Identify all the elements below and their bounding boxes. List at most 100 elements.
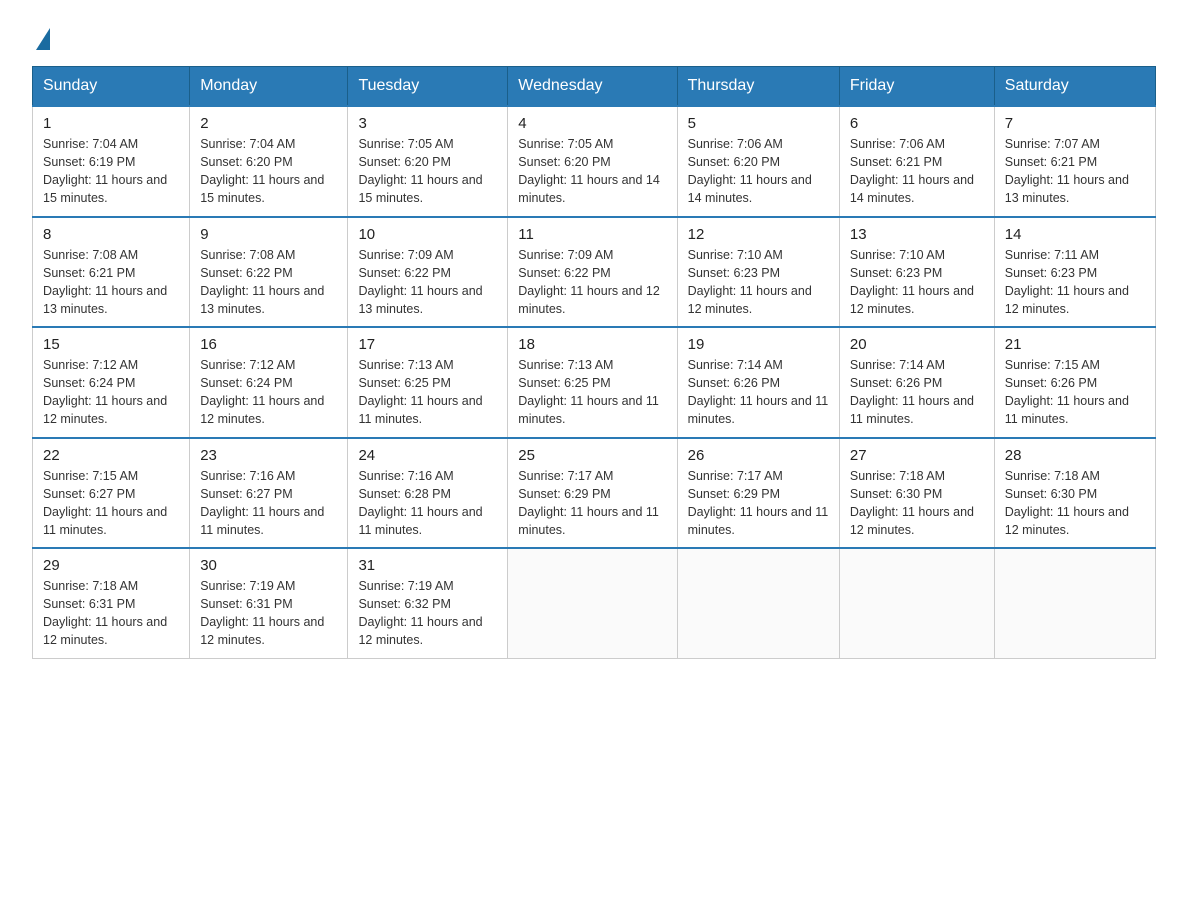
calendar-table: SundayMondayTuesdayWednesdayThursdayFrid… (32, 66, 1156, 659)
calendar-cell: 14 Sunrise: 7:11 AMSunset: 6:23 PMDaylig… (994, 217, 1155, 328)
day-info: Sunrise: 7:09 AMSunset: 6:22 PMDaylight:… (358, 246, 497, 319)
day-info: Sunrise: 7:19 AMSunset: 6:32 PMDaylight:… (358, 577, 497, 650)
calendar-cell: 11 Sunrise: 7:09 AMSunset: 6:22 PMDaylig… (508, 217, 677, 328)
calendar-cell: 26 Sunrise: 7:17 AMSunset: 6:29 PMDaylig… (677, 438, 839, 549)
day-info: Sunrise: 7:14 AMSunset: 6:26 PMDaylight:… (688, 356, 829, 429)
calendar-week-3: 15 Sunrise: 7:12 AMSunset: 6:24 PMDaylig… (33, 327, 1156, 438)
calendar-cell: 12 Sunrise: 7:10 AMSunset: 6:23 PMDaylig… (677, 217, 839, 328)
day-info: Sunrise: 7:17 AMSunset: 6:29 PMDaylight:… (688, 467, 829, 540)
calendar-week-4: 22 Sunrise: 7:15 AMSunset: 6:27 PMDaylig… (33, 438, 1156, 549)
day-of-week-tuesday: Tuesday (348, 67, 508, 107)
day-info: Sunrise: 7:11 AMSunset: 6:23 PMDaylight:… (1005, 246, 1145, 319)
calendar-cell: 4 Sunrise: 7:05 AMSunset: 6:20 PMDayligh… (508, 106, 677, 217)
day-info: Sunrise: 7:13 AMSunset: 6:25 PMDaylight:… (358, 356, 497, 429)
calendar-cell: 2 Sunrise: 7:04 AMSunset: 6:20 PMDayligh… (190, 106, 348, 217)
calendar-cell: 21 Sunrise: 7:15 AMSunset: 6:26 PMDaylig… (994, 327, 1155, 438)
day-info: Sunrise: 7:13 AMSunset: 6:25 PMDaylight:… (518, 356, 666, 429)
calendar-cell: 27 Sunrise: 7:18 AMSunset: 6:30 PMDaylig… (839, 438, 994, 549)
calendar-cell: 25 Sunrise: 7:17 AMSunset: 6:29 PMDaylig… (508, 438, 677, 549)
calendar-cell (839, 548, 994, 658)
day-info: Sunrise: 7:15 AMSunset: 6:27 PMDaylight:… (43, 467, 179, 540)
day-info: Sunrise: 7:18 AMSunset: 6:30 PMDaylight:… (1005, 467, 1145, 540)
calendar-cell: 18 Sunrise: 7:13 AMSunset: 6:25 PMDaylig… (508, 327, 677, 438)
logo-triangle-icon (36, 28, 50, 50)
day-info: Sunrise: 7:18 AMSunset: 6:31 PMDaylight:… (43, 577, 179, 650)
day-number: 6 (850, 115, 984, 132)
day-number: 31 (358, 557, 497, 574)
day-number: 9 (200, 226, 337, 243)
day-number: 30 (200, 557, 337, 574)
calendar-cell: 22 Sunrise: 7:15 AMSunset: 6:27 PMDaylig… (33, 438, 190, 549)
calendar-cell: 30 Sunrise: 7:19 AMSunset: 6:31 PMDaylig… (190, 548, 348, 658)
calendar-week-2: 8 Sunrise: 7:08 AMSunset: 6:21 PMDayligh… (33, 217, 1156, 328)
calendar-cell: 19 Sunrise: 7:14 AMSunset: 6:26 PMDaylig… (677, 327, 839, 438)
day-info: Sunrise: 7:12 AMSunset: 6:24 PMDaylight:… (200, 356, 337, 429)
day-number: 10 (358, 226, 497, 243)
day-number: 4 (518, 115, 666, 132)
days-of-week-row: SundayMondayTuesdayWednesdayThursdayFrid… (33, 67, 1156, 107)
day-info: Sunrise: 7:04 AMSunset: 6:20 PMDaylight:… (200, 135, 337, 208)
day-info: Sunrise: 7:15 AMSunset: 6:26 PMDaylight:… (1005, 356, 1145, 429)
day-number: 12 (688, 226, 829, 243)
day-number: 24 (358, 447, 497, 464)
calendar-cell: 28 Sunrise: 7:18 AMSunset: 6:30 PMDaylig… (994, 438, 1155, 549)
calendar-cell (508, 548, 677, 658)
day-number: 27 (850, 447, 984, 464)
calendar-cell: 20 Sunrise: 7:14 AMSunset: 6:26 PMDaylig… (839, 327, 994, 438)
calendar-cell: 5 Sunrise: 7:06 AMSunset: 6:20 PMDayligh… (677, 106, 839, 217)
calendar-body: 1 Sunrise: 7:04 AMSunset: 6:19 PMDayligh… (33, 106, 1156, 658)
calendar-cell: 29 Sunrise: 7:18 AMSunset: 6:31 PMDaylig… (33, 548, 190, 658)
calendar-cell: 8 Sunrise: 7:08 AMSunset: 6:21 PMDayligh… (33, 217, 190, 328)
day-info: Sunrise: 7:16 AMSunset: 6:27 PMDaylight:… (200, 467, 337, 540)
day-info: Sunrise: 7:10 AMSunset: 6:23 PMDaylight:… (688, 246, 829, 319)
day-number: 5 (688, 115, 829, 132)
calendar-cell (994, 548, 1155, 658)
day-number: 22 (43, 447, 179, 464)
calendar-cell: 16 Sunrise: 7:12 AMSunset: 6:24 PMDaylig… (190, 327, 348, 438)
day-number: 14 (1005, 226, 1145, 243)
day-number: 2 (200, 115, 337, 132)
day-info: Sunrise: 7:06 AMSunset: 6:20 PMDaylight:… (688, 135, 829, 208)
calendar-cell (677, 548, 839, 658)
day-info: Sunrise: 7:08 AMSunset: 6:22 PMDaylight:… (200, 246, 337, 319)
day-info: Sunrise: 7:17 AMSunset: 6:29 PMDaylight:… (518, 467, 666, 540)
day-of-week-friday: Friday (839, 67, 994, 107)
calendar-week-5: 29 Sunrise: 7:18 AMSunset: 6:31 PMDaylig… (33, 548, 1156, 658)
day-number: 3 (358, 115, 497, 132)
calendar-cell: 24 Sunrise: 7:16 AMSunset: 6:28 PMDaylig… (348, 438, 508, 549)
day-info: Sunrise: 7:05 AMSunset: 6:20 PMDaylight:… (358, 135, 497, 208)
day-number: 29 (43, 557, 179, 574)
day-of-week-thursday: Thursday (677, 67, 839, 107)
day-number: 8 (43, 226, 179, 243)
day-info: Sunrise: 7:06 AMSunset: 6:21 PMDaylight:… (850, 135, 984, 208)
day-number: 23 (200, 447, 337, 464)
day-of-week-monday: Monday (190, 67, 348, 107)
calendar-cell: 7 Sunrise: 7:07 AMSunset: 6:21 PMDayligh… (994, 106, 1155, 217)
day-info: Sunrise: 7:04 AMSunset: 6:19 PMDaylight:… (43, 135, 179, 208)
day-info: Sunrise: 7:16 AMSunset: 6:28 PMDaylight:… (358, 467, 497, 540)
day-info: Sunrise: 7:05 AMSunset: 6:20 PMDaylight:… (518, 135, 666, 208)
calendar-cell: 6 Sunrise: 7:06 AMSunset: 6:21 PMDayligh… (839, 106, 994, 217)
calendar-header: SundayMondayTuesdayWednesdayThursdayFrid… (33, 67, 1156, 107)
day-info: Sunrise: 7:10 AMSunset: 6:23 PMDaylight:… (850, 246, 984, 319)
day-info: Sunrise: 7:08 AMSunset: 6:21 PMDaylight:… (43, 246, 179, 319)
calendar-cell: 17 Sunrise: 7:13 AMSunset: 6:25 PMDaylig… (348, 327, 508, 438)
day-number: 11 (518, 226, 666, 243)
day-number: 18 (518, 336, 666, 353)
day-number: 20 (850, 336, 984, 353)
day-number: 7 (1005, 115, 1145, 132)
day-number: 1 (43, 115, 179, 132)
logo (32, 24, 50, 46)
calendar-cell: 9 Sunrise: 7:08 AMSunset: 6:22 PMDayligh… (190, 217, 348, 328)
day-info: Sunrise: 7:18 AMSunset: 6:30 PMDaylight:… (850, 467, 984, 540)
day-info: Sunrise: 7:12 AMSunset: 6:24 PMDaylight:… (43, 356, 179, 429)
day-of-week-sunday: Sunday (33, 67, 190, 107)
day-number: 17 (358, 336, 497, 353)
calendar-cell: 10 Sunrise: 7:09 AMSunset: 6:22 PMDaylig… (348, 217, 508, 328)
calendar-cell: 13 Sunrise: 7:10 AMSunset: 6:23 PMDaylig… (839, 217, 994, 328)
day-info: Sunrise: 7:14 AMSunset: 6:26 PMDaylight:… (850, 356, 984, 429)
day-number: 28 (1005, 447, 1145, 464)
day-info: Sunrise: 7:07 AMSunset: 6:21 PMDaylight:… (1005, 135, 1145, 208)
day-info: Sunrise: 7:19 AMSunset: 6:31 PMDaylight:… (200, 577, 337, 650)
day-number: 21 (1005, 336, 1145, 353)
